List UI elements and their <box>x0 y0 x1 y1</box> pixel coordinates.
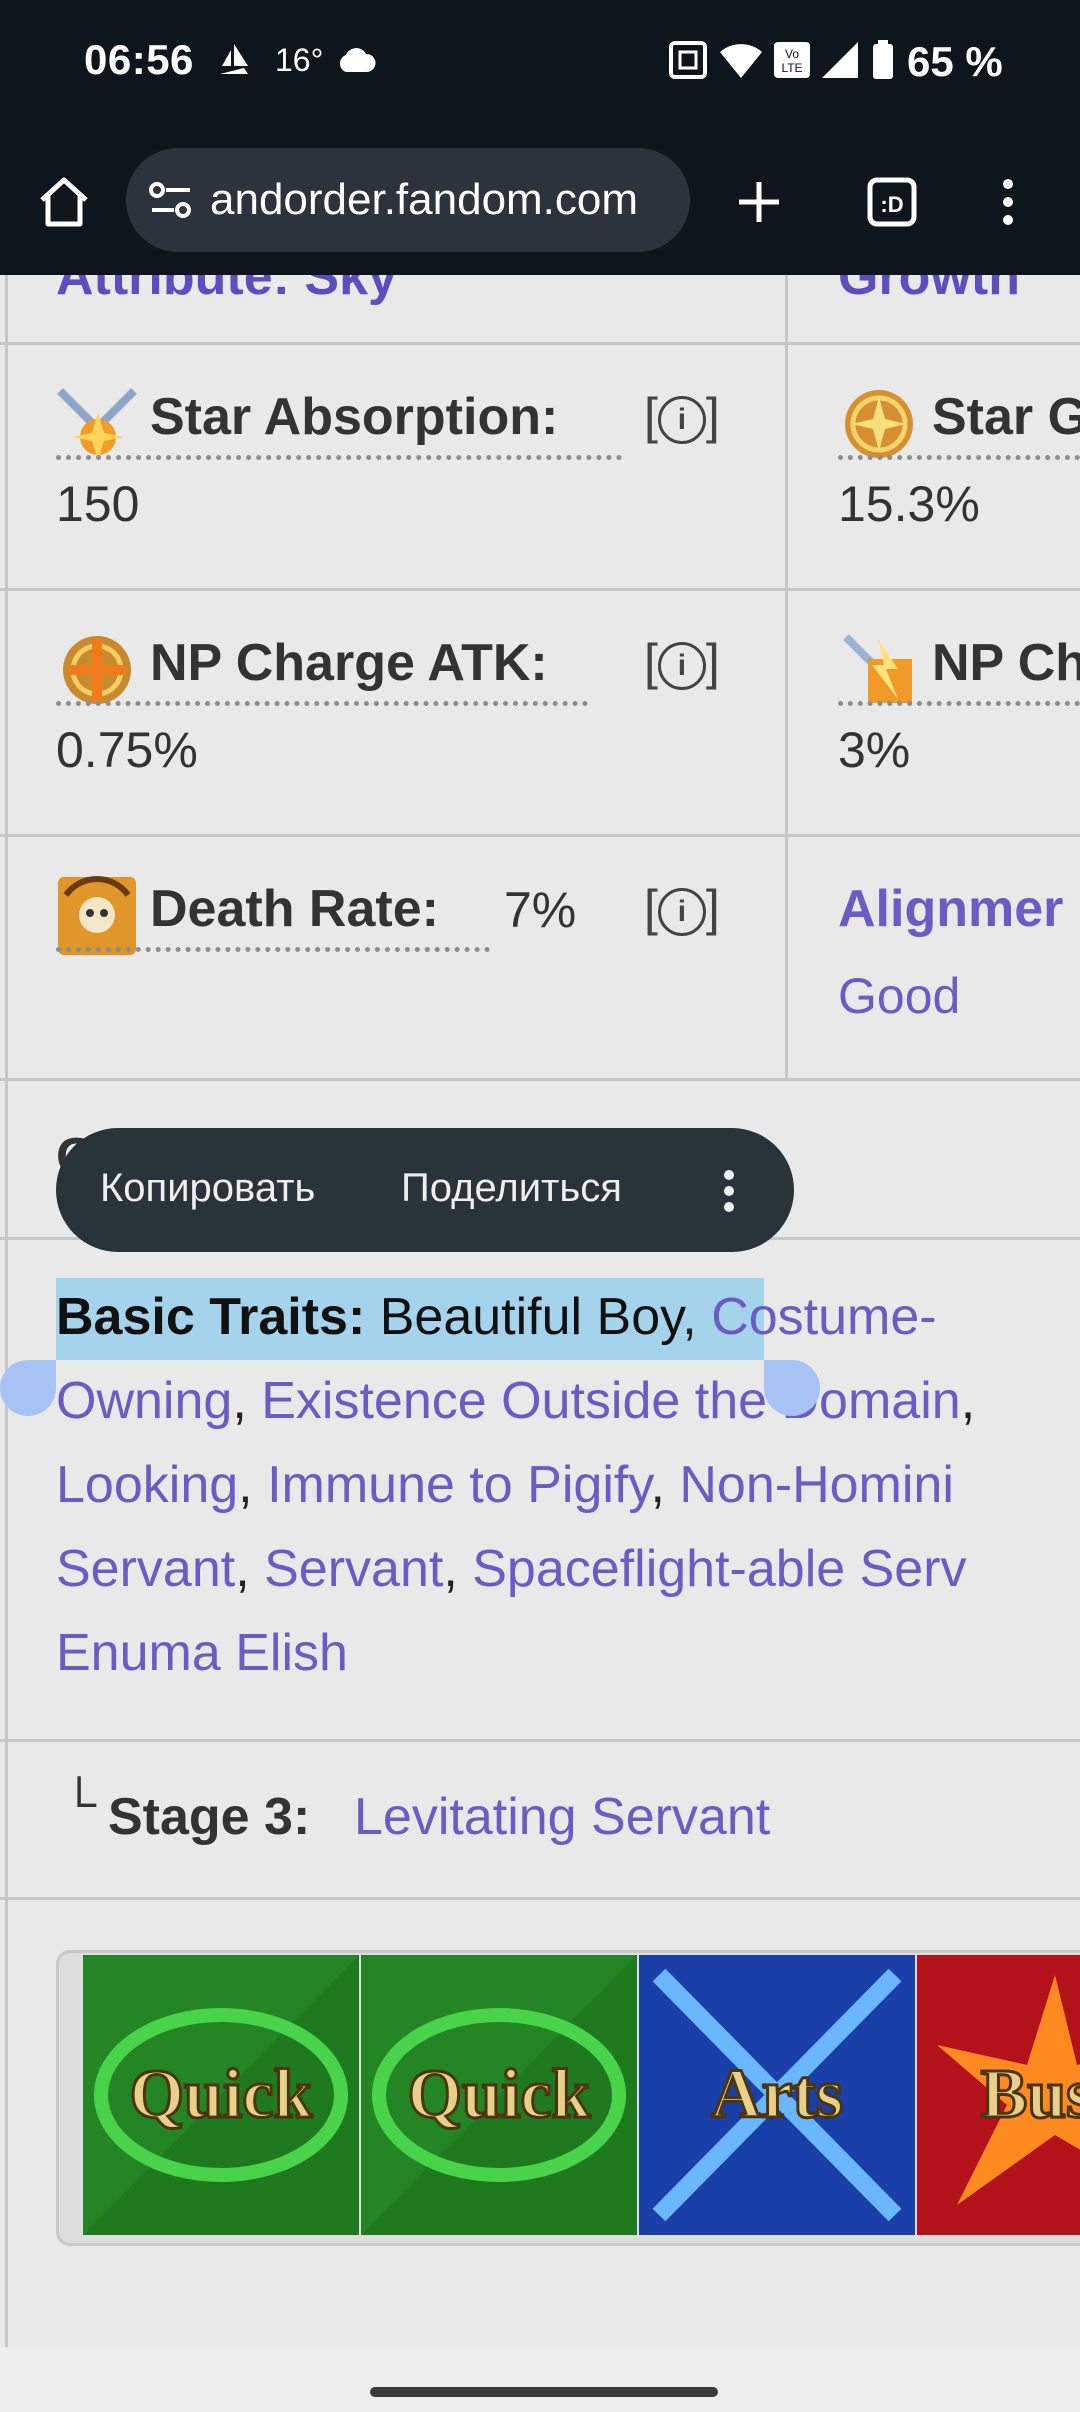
page-content: Attribute: Sky Growth Star Absorption: [… <box>0 275 1080 2347</box>
volte-icon: Vo LTE <box>772 40 812 85</box>
card-arts: Arts <box>639 1955 915 2235</box>
tooltip-underline <box>838 701 1080 706</box>
trait-link[interactable]: Looking <box>56 1456 238 1514</box>
row-divider <box>0 1897 1080 1900</box>
np-charge-atk-value: 0.75% <box>56 722 198 778</box>
star-absorption-label[interactable]: Star Absorption: <box>150 387 558 447</box>
nfc-icon <box>668 40 708 85</box>
row-divider <box>0 588 1080 591</box>
np-charge-def-icon <box>838 629 920 711</box>
command-cards: Quick Quick Arts Bus <box>56 1950 1080 2246</box>
basic-traits: Basic Traits: Beautiful Boy, Costume- Ow… <box>56 1288 976 1682</box>
trait-link[interactable]: Servant <box>56 1540 235 1598</box>
svg-text::D: :D <box>880 192 903 217</box>
share-button[interactable]: Поделиться <box>401 1166 622 1211</box>
card-buster: Bus <box>917 1955 1080 2235</box>
basic-traits-label: Basic Traits: <box>56 1288 366 1346</box>
tooltip-underline <box>838 455 1080 460</box>
death-rate-value: 7% <box>504 882 577 938</box>
svg-text:Vo: Vo <box>785 47 799 61</box>
stage3-value[interactable]: Levitating Servant <box>354 1787 770 1847</box>
address-bar[interactable]: andorder.fandom.com <box>126 148 690 252</box>
selection-end-handle[interactable] <box>764 1360 820 1416</box>
info-icon[interactable]: i <box>657 395 706 444</box>
row-divider <box>0 1739 1080 1742</box>
cloud-icon <box>336 46 376 79</box>
card-quick: Quick <box>83 1955 359 2235</box>
system-nav-bar <box>0 2347 1080 2412</box>
np-charge-atk-info[interactable]: [i] <box>644 633 720 691</box>
home-icon[interactable] <box>32 170 96 234</box>
tooltip-underline <box>56 455 622 460</box>
trait-link[interactable]: Enuma Elish <box>56 1624 348 1682</box>
sailboat-icon <box>214 40 254 85</box>
np-charge-atk-label[interactable]: NP Charge ATK: <box>150 633 548 693</box>
star-absorption-icon <box>56 383 138 465</box>
stage3-label: Stage 3: <box>108 1788 311 1846</box>
star-absorption-value: 150 <box>56 476 140 532</box>
browser-toolbar: andorder.fandom.com :D <box>0 130 1080 275</box>
clock: 06:56 <box>84 36 194 83</box>
row-divider <box>0 1078 1080 1081</box>
death-rate-icon <box>56 875 138 957</box>
row-divider <box>0 834 1080 837</box>
signal-icon <box>820 40 860 85</box>
more-options-icon[interactable] <box>988 170 1052 234</box>
temperature: 16° <box>275 42 324 78</box>
text-selection-menu: Копировать Поделиться <box>56 1128 794 1252</box>
card-buster-label: Bus <box>981 2056 1080 2133</box>
copy-button[interactable]: Копировать <box>100 1166 315 1211</box>
tooltip-underline <box>56 947 490 952</box>
attribute-partial: Attribute: Sky <box>56 275 397 306</box>
np-charge-def-value: 3% <box>838 722 911 778</box>
selected-trait[interactable]: Beautiful Boy <box>380 1288 683 1346</box>
star-absorption-info[interactable]: [i] <box>644 387 720 445</box>
stage-marker: └ <box>62 1778 97 1831</box>
home-gesture-handle[interactable] <box>370 2387 718 2397</box>
trait-link[interactable]: Costume- <box>711 1288 936 1346</box>
selection-start-handle[interactable] <box>0 1360 56 1416</box>
table-left-border <box>5 275 8 2347</box>
trait-link[interactable]: Existence Outside the Domain <box>261 1372 960 1430</box>
star-gen-icon <box>838 383 920 465</box>
svg-text:LTE: LTE <box>781 61 802 75</box>
card-arts-label: Arts <box>711 2056 843 2133</box>
trait-link[interactable]: Immune to Pigify <box>267 1456 650 1514</box>
info-icon[interactable]: i <box>657 887 706 936</box>
alignment-value[interactable]: Good <box>838 967 960 1025</box>
battery-icon <box>872 40 894 85</box>
tooltip-underline <box>56 701 588 706</box>
trait-link[interactable]: Spaceflight-able Serv <box>472 1540 966 1598</box>
star-gen-value: 15.3% <box>838 476 980 532</box>
new-tab-icon[interactable] <box>727 170 791 234</box>
death-rate-info[interactable]: [i] <box>644 879 720 937</box>
death-rate-label[interactable]: Death Rate: <box>150 879 439 939</box>
info-icon[interactable]: i <box>657 641 706 690</box>
alignment-label[interactable]: Alignmer <box>838 879 1063 939</box>
table-column-divider <box>785 275 788 1078</box>
status-bar: 06:56 16° Vo LTE 65 % <box>0 0 1080 130</box>
row-divider <box>0 342 1080 345</box>
growth-partial: Growth <box>838 275 1020 306</box>
card-quick-label: Quick <box>130 2056 313 2133</box>
np-charge-atk-icon <box>56 629 138 711</box>
url-text: andorder.fandom.com <box>210 175 639 224</box>
more-menu-icon[interactable] <box>722 1168 736 1219</box>
card-quick: Quick <box>361 1955 637 2235</box>
card-quick-label: Quick <box>408 2056 591 2133</box>
battery-level: 65 % <box>907 38 1003 85</box>
wifi-icon <box>718 40 764 85</box>
trait-link[interactable]: Non-Homini <box>679 1456 954 1514</box>
trait-link[interactable]: Servant <box>264 1540 443 1598</box>
star-gen-label[interactable]: Star G <box>932 387 1080 447</box>
np-charge-def-label[interactable]: NP Ch <box>932 633 1080 693</box>
tab-switcher-icon[interactable]: :D <box>860 170 924 234</box>
site-settings-icon[interactable] <box>148 180 194 225</box>
trait-link[interactable]: Owning <box>56 1372 232 1430</box>
